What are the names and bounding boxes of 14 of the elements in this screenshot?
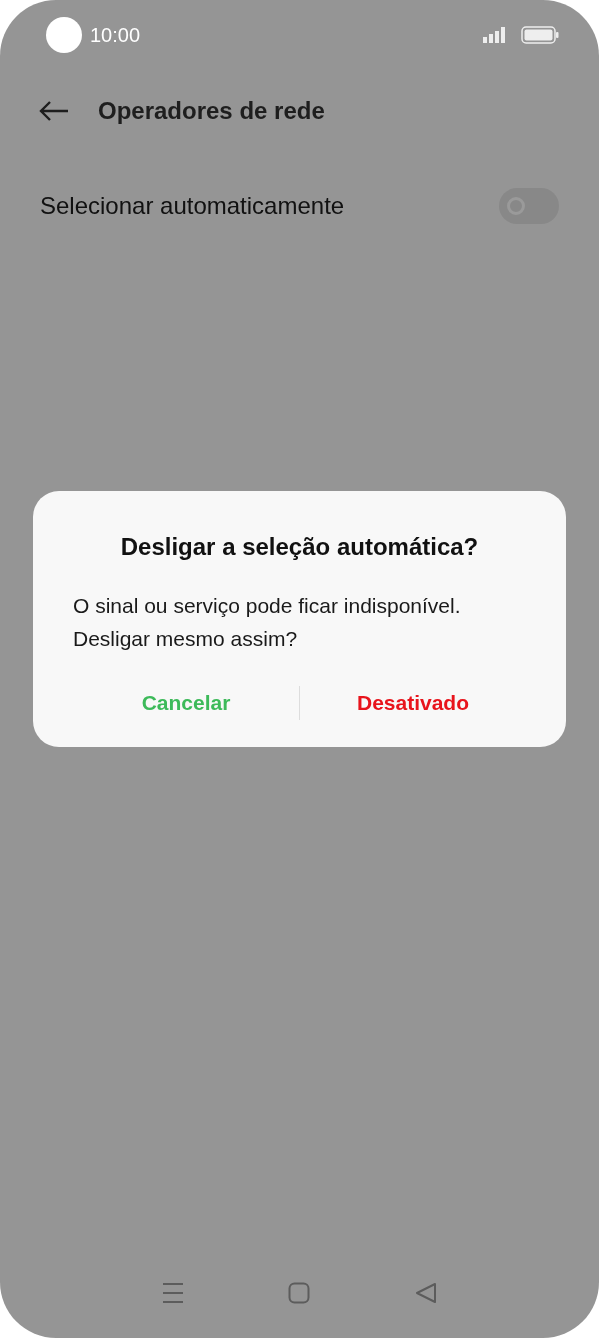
status-time: 10:00 xyxy=(90,23,141,47)
dialog-title: Desligar a seleção automática? xyxy=(119,532,480,561)
dialog-button[interactable]: Desativado xyxy=(300,684,526,721)
dialog-button[interactable]: Cancelar xyxy=(73,684,299,721)
back-icon[interactable] xyxy=(414,1282,437,1304)
battery-icon xyxy=(521,26,559,44)
back-arrow-icon[interactable] xyxy=(38,100,70,122)
menu-icon[interactable] xyxy=(162,1282,185,1304)
camera-icon xyxy=(46,17,82,53)
home-icon[interactable] xyxy=(288,1282,311,1304)
signal-icon xyxy=(483,27,507,43)
dialog-message: O sinal ou serviço pode ficar indisponível. Desligar mesmo assim? xyxy=(73,592,462,652)
page-title: Operadores de rede xyxy=(98,97,325,125)
setting-label: Selecionar automaticamente xyxy=(40,192,345,220)
